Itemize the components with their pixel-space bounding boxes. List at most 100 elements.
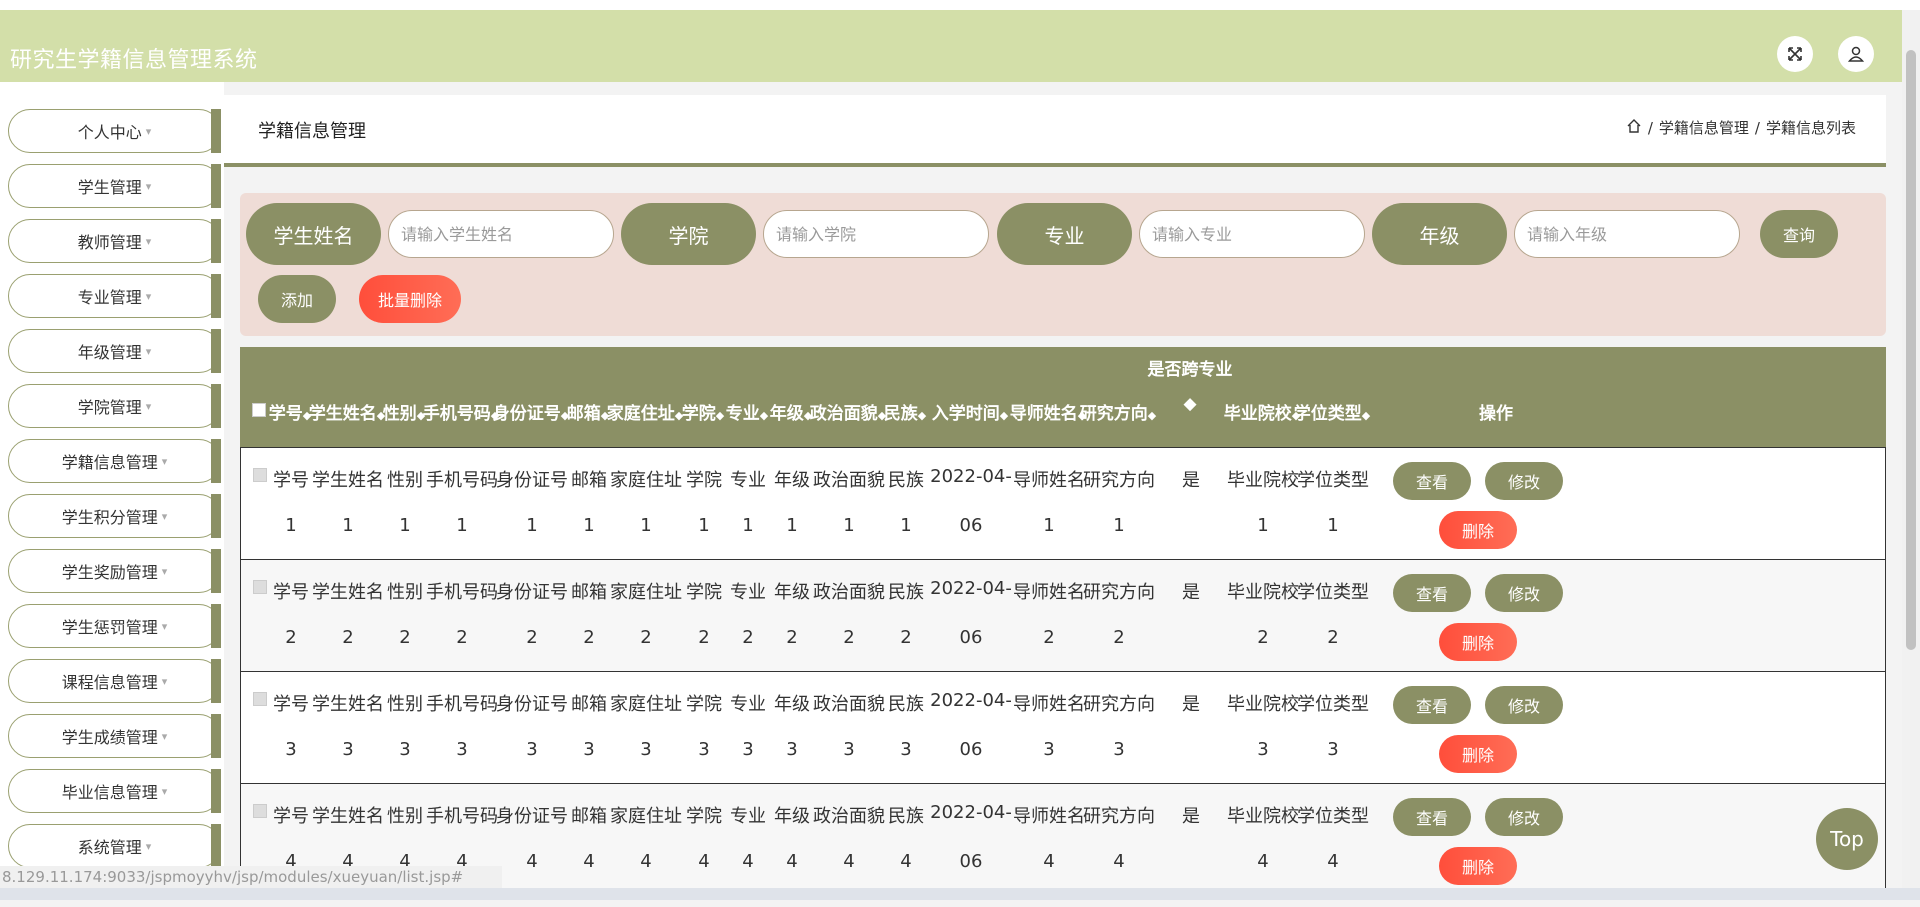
sidebar-item[interactable]: 个人中心 ▾: [8, 109, 221, 153]
back-to-top-button[interactable]: Top: [1816, 808, 1878, 870]
sidebar-item-accent: [211, 439, 221, 483]
column-header-label: 性别: [382, 404, 417, 424]
scrollbar[interactable]: [1902, 10, 1920, 888]
chevron-down-icon: ▾: [161, 564, 168, 578]
sidebar-item-label: 学生管理: [77, 178, 142, 197]
query-button[interactable]: 查询: [1760, 210, 1838, 258]
sidebar-item[interactable]: 系统管理 ▾: [8, 824, 221, 868]
main-content: 学籍信息管理 / 学籍信息管理 / 学籍信息列表 学生姓名 学院 专业 年级 查…: [224, 82, 1902, 900]
sidebar-item-label: 学生积分管理: [61, 508, 158, 527]
fullscreen-icon[interactable]: [1777, 36, 1813, 72]
sidebar-item[interactable]: 课程信息管理 ▾: [8, 659, 221, 703]
breadcrumb-item[interactable]: 学籍信息管理: [1659, 117, 1749, 138]
delete-button[interactable]: 删除: [1439, 511, 1517, 549]
column-header[interactable]: 毕业院校◆: [1222, 399, 1302, 424]
chevron-down-icon: ▾: [145, 289, 152, 303]
page-title: 学籍信息管理: [258, 121, 366, 142]
edit-button[interactable]: 修改: [1485, 798, 1563, 836]
sidebar-item-label: 课程信息管理: [61, 673, 158, 692]
table-cell-line2: 1: [1327, 515, 1339, 536]
sidebar-item-label: 学院管理: [77, 398, 142, 417]
view-button[interactable]: 查看: [1393, 574, 1471, 612]
sidebar-item[interactable]: 学生成绩管理 ▾: [8, 714, 221, 758]
sort-icon[interactable]: ◆: [1000, 409, 1008, 422]
table-cell-line2: 4: [1327, 851, 1339, 872]
delete-button[interactable]: 删除: [1439, 735, 1517, 773]
breadcrumb-separator: /: [1754, 118, 1760, 137]
sidebar-item-label: 年级管理: [77, 343, 142, 362]
home-icon[interactable]: [1626, 118, 1642, 138]
chevron-down-icon: ▾: [161, 454, 168, 468]
sidebar-item-accent: [211, 164, 221, 208]
college-input[interactable]: [763, 210, 989, 258]
chevron-down-icon: ▾: [145, 179, 152, 193]
table-cell: 学位类型: [1297, 806, 1369, 827]
sidebar-item[interactable]: 学生惩罚管理 ▾: [8, 604, 221, 648]
edit-button[interactable]: 修改: [1485, 574, 1563, 612]
sort-icon[interactable]: ◆: [1362, 409, 1370, 422]
status-url: 8.129.11.174:9033/jspmoyyhv/jsp/modules/…: [0, 866, 502, 888]
sidebar-item[interactable]: 学生积分管理 ▾: [8, 494, 221, 538]
chevron-down-icon: ▾: [161, 674, 168, 688]
chevron-down-icon: ▾: [145, 839, 152, 853]
add-button[interactable]: 添加: [258, 275, 336, 323]
table-cell-line2: 4: [1113, 851, 1125, 872]
view-button[interactable]: 查看: [1393, 686, 1471, 724]
sidebar-item-label: 学生奖励管理: [61, 563, 158, 582]
major-input[interactable]: [1139, 210, 1365, 258]
student-name-label: 学生姓名: [246, 203, 381, 265]
taskbar-edge: [0, 888, 1920, 900]
college-label: 学院: [621, 203, 756, 265]
column-header[interactable]: 手机号码◆: [421, 399, 501, 424]
sidebar-item[interactable]: 学生奖励管理 ▾: [8, 549, 221, 593]
delete-button[interactable]: 删除: [1439, 847, 1517, 885]
table-cell-line2: 06: [959, 515, 983, 536]
sidebar-item-accent: [211, 769, 221, 813]
chevron-down-icon: ▾: [161, 619, 168, 633]
table-cell-line2: 06: [959, 627, 983, 648]
table-cell-line2: 3: [1113, 739, 1125, 760]
sidebar-item-label: 教师管理: [77, 233, 142, 252]
sort-icon[interactable]: ◆: [918, 409, 926, 422]
sidebar-item-label: 毕业信息管理: [61, 783, 158, 802]
sidebar-item[interactable]: 学籍信息管理 ▾: [8, 439, 221, 483]
delete-button[interactable]: 删除: [1439, 623, 1517, 661]
chevron-down-icon: ▾: [145, 344, 152, 358]
sidebar-item-label: 学生成绩管理: [61, 728, 158, 747]
sidebar-item[interactable]: 教师管理 ▾: [8, 219, 221, 263]
column-header[interactable]: 入学时间◆: [930, 399, 1010, 424]
table-cell-line2: 2: [1327, 627, 1339, 648]
column-header-label: 学位类型: [1293, 404, 1362, 424]
edit-button[interactable]: 修改: [1485, 462, 1563, 500]
column-header-label: 民族: [883, 404, 918, 424]
table-row: 学号 1 学生姓名 1 性别 1 手机号码 1 身份证号 1 邮箱 1 家庭住址 1 学院 1 专业 1 年级 1 政治…: [240, 447, 1886, 560]
sidebar-item-accent: [211, 659, 221, 703]
scrollbar-thumb[interactable]: [1906, 50, 1916, 650]
view-button[interactable]: 查看: [1393, 798, 1471, 836]
chevron-down-icon: ▾: [145, 399, 152, 413]
sidebar-item-accent: [211, 384, 221, 428]
sidebar-item[interactable]: 年级管理 ▾: [8, 329, 221, 373]
grade-input[interactable]: [1514, 210, 1740, 258]
sidebar-item[interactable]: 学院管理 ▾: [8, 384, 221, 428]
sidebar-item-accent: [211, 824, 221, 868]
major-label: 专业: [997, 203, 1132, 265]
breadcrumb: / 学籍信息管理 / 学籍信息列表: [1626, 117, 1856, 138]
table-row: 学号 3 学生姓名 3 性别 3 手机号码 3 身份证号 3 邮箱 3 家庭住址 3 学院 3 专业 3 年级 3 政治…: [240, 671, 1886, 784]
student-name-input[interactable]: [388, 210, 614, 258]
sidebar-item[interactable]: 学生管理 ▾: [8, 164, 221, 208]
table-cell: 2022-04-: [930, 802, 1012, 823]
column-header-label: 入学时间: [931, 404, 1000, 424]
sidebar-item[interactable]: 专业管理 ▾: [8, 274, 221, 318]
user-icon[interactable]: [1838, 36, 1874, 72]
sidebar-item[interactable]: 毕业信息管理 ▾: [8, 769, 221, 813]
column-header[interactable]: 导师姓名◆: [1008, 399, 1088, 424]
app-header: 研究生学籍信息管理系统: [0, 10, 1902, 82]
column-header[interactable]: 学位类型◆: [1292, 399, 1372, 424]
edit-button[interactable]: 修改: [1485, 686, 1563, 724]
data-table: 学号◆ 学生姓名◆ 性别◆ 手机号码◆ 身份证号◆ 邮箱◆ 家庭住址◆ 学院◆ 专业◆ 年级◆ 政治…: [240, 347, 1886, 907]
batch-delete-button[interactable]: 批量删除: [359, 275, 461, 323]
breadcrumb-separator: /: [1647, 118, 1653, 137]
view-button[interactable]: 查看: [1393, 462, 1471, 500]
column-header-label: 手机号码: [422, 404, 491, 424]
